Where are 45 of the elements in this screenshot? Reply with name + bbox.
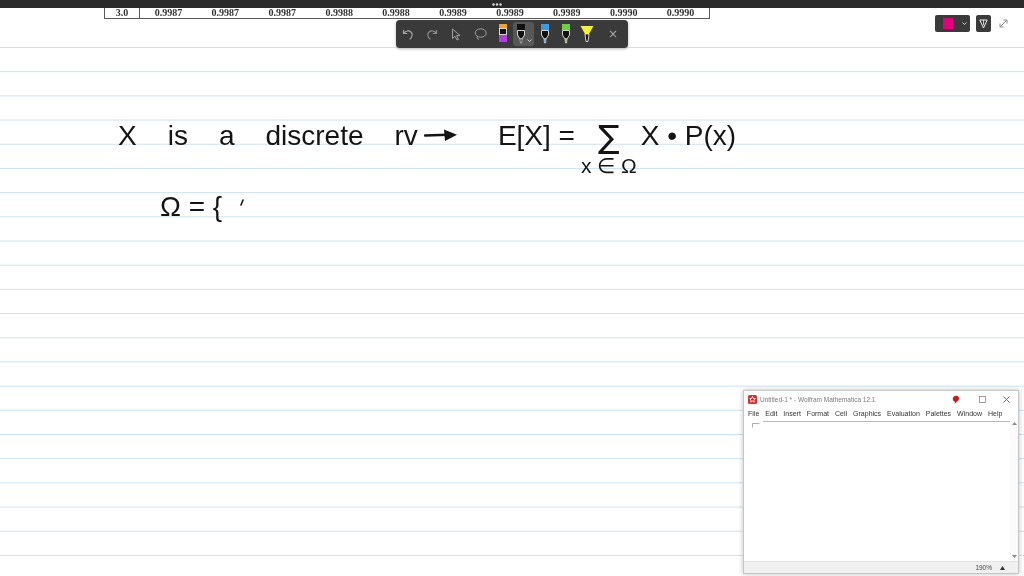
expectation-text: E[X] = [497,120,575,152]
lasso-icon [473,28,487,40]
table-cell-text: 0.9988 [324,8,354,18]
handwritten-set: Ω = { [160,191,223,223]
redo-icon [426,28,438,40]
pen-button[interactable] [513,22,534,46]
handwritten-word: discrete [265,120,364,152]
caret-icon [962,22,967,25]
table-cell-text: 0.9989 [438,8,468,18]
table-cell-text: 0.9989 [552,8,582,18]
app-logo-icon [748,394,757,404]
table-cell: 3.0 [105,8,140,18]
table-cell-text: 0.9989 [495,8,525,18]
expand-icon[interactable] [999,19,1008,28]
sum-sign: ∑ [598,120,620,154]
balloon-icon[interactable] [951,394,960,404]
table-cell-text: 0.9987 [153,8,184,18]
scrollbar[interactable] [1010,419,1018,561]
table-cell-text: 0.9987 [210,8,241,18]
undo-icon [402,28,414,40]
table-cell-text: 0.9990 [665,8,696,18]
sum-subscript: x ∈ Ω [580,154,637,178]
table-cell-text: 0.9988 [381,8,411,18]
triangle-icon [979,18,988,29]
ink-stroke-icon [240,199,245,206]
caret-up-icon[interactable] [1000,565,1005,570]
handwritten-word: rv [394,120,418,152]
summand-text: X • P(x) [640,120,737,152]
handwritten-word: X [118,120,137,152]
cell-bracket-icon [752,423,760,428]
handwritten-word: a [218,120,235,152]
scroll-up-icon[interactable] [1011,422,1017,425]
pen-color-button[interactable] [935,15,970,32]
shape-button[interactable] [976,15,991,32]
drag-handle-icon[interactable] [492,2,502,6]
close-icon[interactable] [1003,395,1010,403]
scroll-down-icon[interactable] [1011,555,1017,558]
handwritten-word: is [167,120,188,152]
caret-icon [526,39,532,42]
table-cell-text: 0.9987 [267,8,297,18]
maximize-icon[interactable] [979,395,986,403]
arrow-icon [423,128,458,142]
cursor-icon [451,27,461,41]
close-button[interactable]: × [598,22,628,46]
table-cell-text: 0.9990 [608,8,639,18]
